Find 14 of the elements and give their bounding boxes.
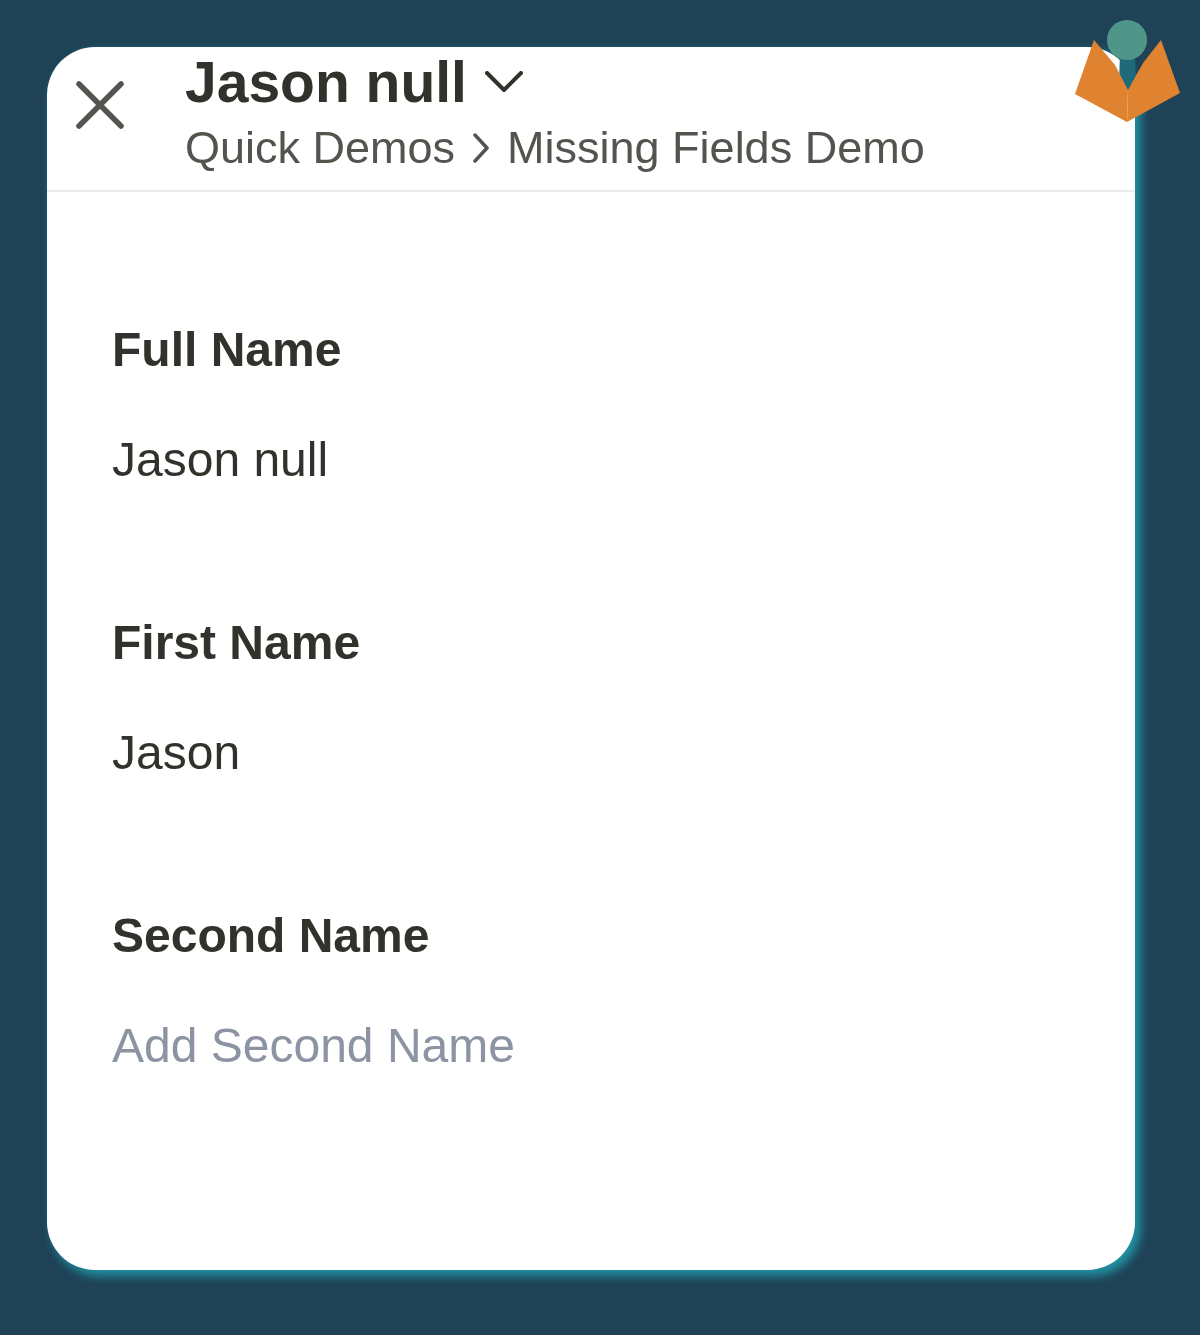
breadcrumb-current: Missing Fields Demo: [507, 122, 925, 174]
chevron-down-icon: [484, 71, 523, 93]
logo-icon: [1073, 18, 1183, 123]
field-value: Jason null: [112, 432, 329, 488]
field-label: Full Name: [112, 322, 342, 378]
title-dropdown[interactable]: Jason null: [185, 50, 523, 114]
field-value: Jason: [112, 725, 241, 781]
input-field[interactable]: Add Second Name: [112, 1018, 632, 1074]
close-button[interactable]: [75, 80, 125, 130]
field-label: Second Name: [112, 908, 430, 964]
field-label: First Name: [112, 615, 361, 671]
breadcrumb-link[interactable]: Quick Demos: [185, 122, 456, 174]
chevron-right-icon: [473, 133, 490, 163]
close-icon: [75, 80, 125, 130]
